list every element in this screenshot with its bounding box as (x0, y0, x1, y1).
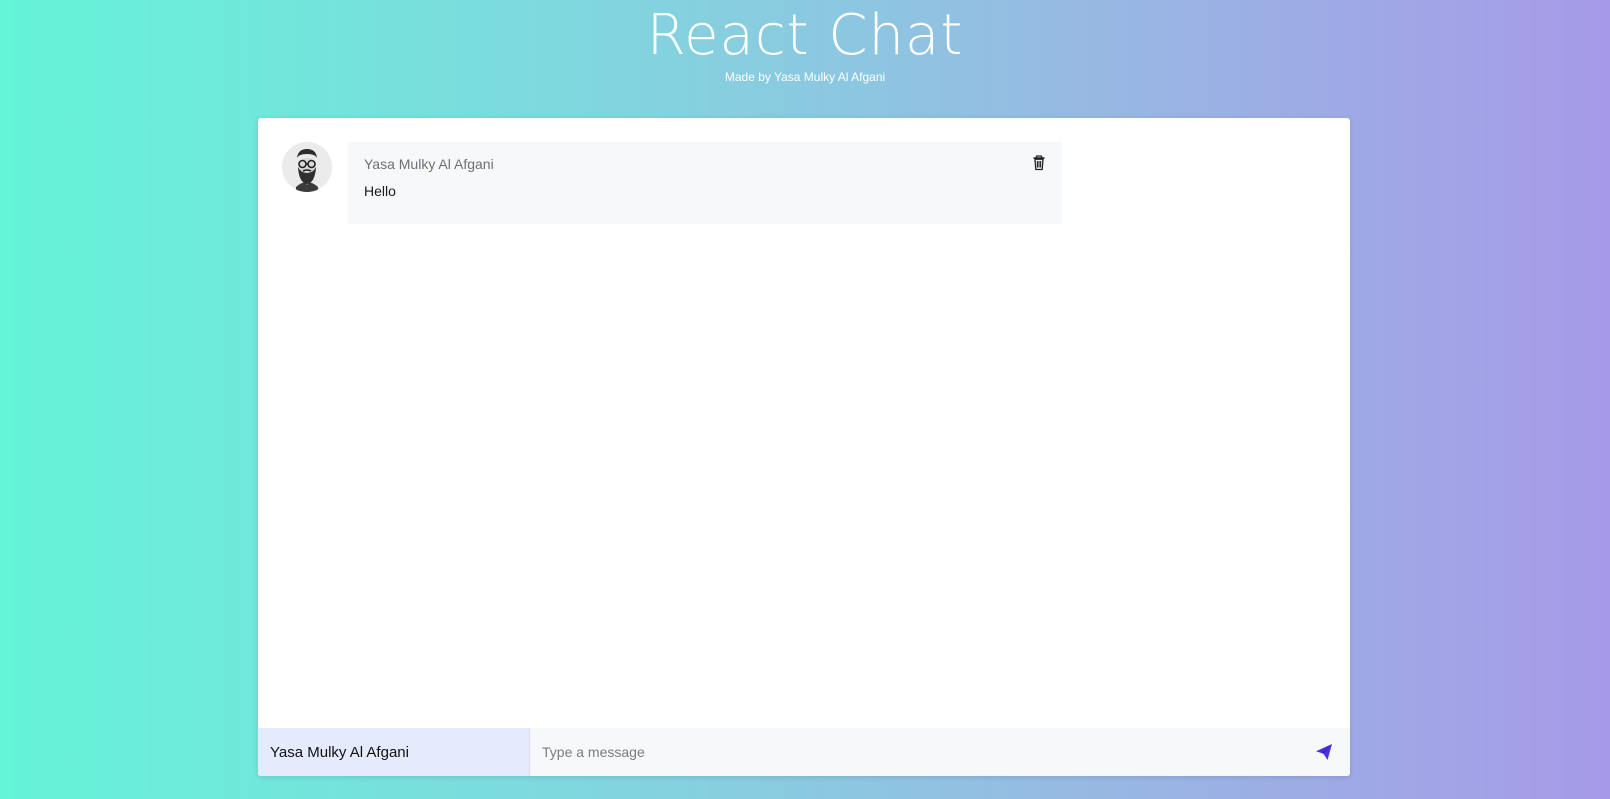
bearded-man-avatar-icon (282, 142, 332, 192)
page-subtitle: Made by Yasa Mulky Al Afgani (724, 70, 886, 84)
send-button[interactable] (1314, 742, 1334, 762)
message-composer (258, 728, 1350, 776)
message-sender: Yasa Mulky Al Afgani (364, 156, 494, 172)
delete-message-button[interactable] (1030, 154, 1048, 172)
paper-plane-icon (1316, 744, 1332, 760)
avatar (282, 142, 332, 192)
message-text: Hello (364, 183, 396, 199)
username-field[interactable] (258, 728, 530, 776)
chat-window: Yasa Mulky Al Afgani Hello (258, 118, 1350, 776)
trash-icon (1033, 155, 1045, 171)
message-list[interactable]: Yasa Mulky Al Afgani Hello (258, 118, 1350, 728)
message-bubble: Yasa Mulky Al Afgani Hello (348, 142, 1062, 224)
page-title: React Chat (646, 3, 964, 68)
message-input[interactable] (530, 728, 1306, 776)
message-item: Yasa Mulky Al Afgani Hello (282, 142, 1082, 224)
